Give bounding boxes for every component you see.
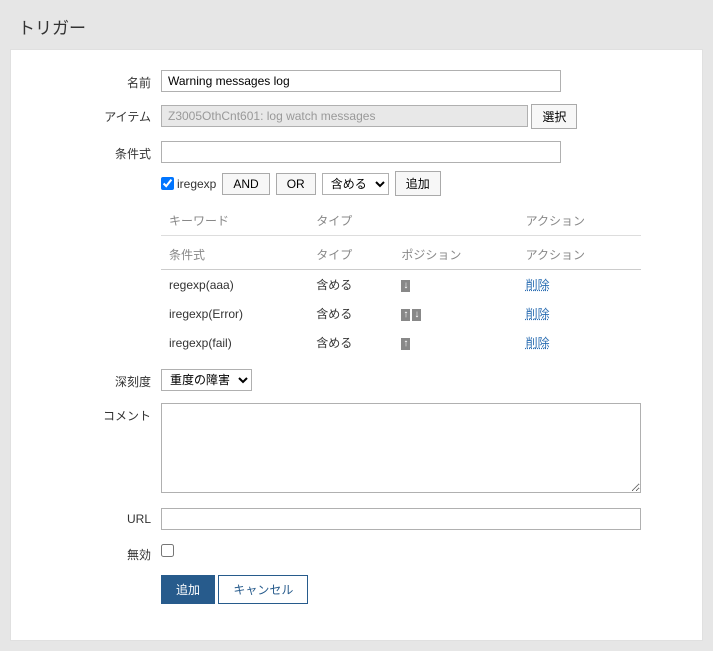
or-button[interactable]: OR — [276, 173, 316, 195]
cond-expr: regexp(aaa) — [161, 270, 308, 300]
table-row: iregexp(fail) 含める ↑ 削除 — [161, 328, 641, 357]
include-select[interactable]: 含める — [322, 173, 389, 195]
col-cond: 条件式 — [161, 236, 308, 270]
table-row: regexp(aaa) 含める ↓ 削除 — [161, 270, 641, 300]
cond-expr: iregexp(fail) — [161, 328, 308, 357]
arrow-up-icon[interactable]: ↑ — [401, 309, 410, 321]
submit-add-button[interactable]: 追加 — [161, 575, 215, 604]
severity-label: 深刻度 — [31, 369, 161, 390]
item-input — [161, 105, 528, 127]
and-button[interactable]: AND — [222, 173, 269, 195]
item-label: アイテム — [31, 104, 161, 125]
disabled-label: 無効 — [31, 542, 161, 563]
delete-link[interactable]: 削除 — [526, 307, 550, 321]
cond-expr: iregexp(Error) — [161, 299, 308, 328]
form-panel: 名前 アイテム 選択 条件式 iregexp AND OR 含 — [10, 49, 703, 641]
disabled-checkbox[interactable] — [161, 544, 174, 557]
arrow-up-icon[interactable]: ↑ — [401, 338, 410, 350]
cond-type: 含める — [308, 270, 393, 300]
name-label: 名前 — [31, 70, 161, 91]
cond-type: 含める — [308, 328, 393, 357]
comment-label: コメント — [31, 403, 161, 424]
severity-select[interactable]: 重度の障害 — [161, 369, 252, 391]
col-action2: アクション — [518, 236, 641, 270]
delete-link[interactable]: 削除 — [526, 336, 550, 350]
iregexp-checkbox[interactable] — [161, 177, 174, 190]
name-input[interactable] — [161, 70, 561, 92]
delete-link[interactable]: 削除 — [526, 278, 550, 292]
col-action: アクション — [518, 206, 641, 236]
cancel-button[interactable]: キャンセル — [218, 575, 308, 604]
page-title: トリガー — [0, 0, 713, 49]
arrow-down-icon[interactable]: ↓ — [412, 309, 421, 321]
condition-input[interactable] — [161, 141, 561, 163]
conditions-table: キーワード タイプ アクション 条件式 タイプ ポジション アクション rege… — [161, 206, 641, 357]
col-keyword: キーワード — [161, 206, 308, 236]
iregexp-text: iregexp — [177, 177, 216, 191]
iregexp-checkbox-label[interactable]: iregexp — [161, 177, 216, 191]
col-position: ポジション — [393, 236, 517, 270]
select-button[interactable]: 選択 — [531, 104, 577, 129]
cond-type: 含める — [308, 299, 393, 328]
add-condition-button[interactable]: 追加 — [395, 171, 441, 196]
col-type: タイプ — [308, 206, 393, 236]
table-row: iregexp(Error) 含める ↑↓ 削除 — [161, 299, 641, 328]
condition-label: 条件式 — [31, 141, 161, 162]
col-type2: タイプ — [308, 236, 393, 270]
url-label: URL — [31, 508, 161, 526]
comment-textarea[interactable] — [161, 403, 641, 493]
arrow-down-icon[interactable]: ↓ — [401, 280, 410, 292]
url-input[interactable] — [161, 508, 641, 530]
